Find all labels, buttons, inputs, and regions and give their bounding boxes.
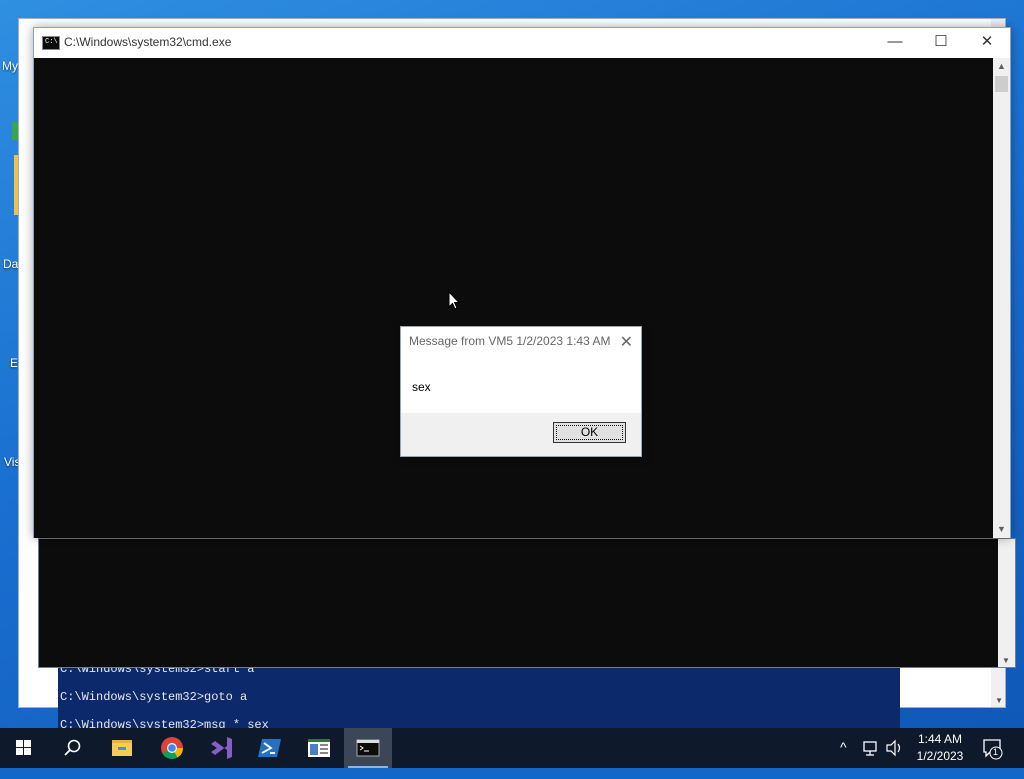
taskbar-file-explorer[interactable] [98,728,146,768]
taskbar: ^ 1:44 AM 1/2/2023 1 [0,728,1024,768]
message-text: sex [412,380,431,394]
taskbar-powershell[interactable] [246,728,294,768]
background-window-scroll-down-icon[interactable]: ▼ [995,696,1003,705]
search-button[interactable] [48,728,96,768]
network-icon[interactable] [862,728,880,768]
dialog-footer: OK [401,413,641,456]
notification-badge: 1 [993,747,999,757]
background-cmd-window[interactable]: ▼ [38,538,1016,668]
clock-date: 1/2/2023 [916,749,964,763]
vertical-scrollbar[interactable]: ▲ ▼ [993,58,1010,538]
cmd-window[interactable]: C:\ C:\Windows\system32\cmd.exe — ☐ ✕ ▲ … [33,27,1011,538]
taskbar-clock[interactable]: 1:44 AM 1/2/2023 [908,731,972,765]
desktop-label-da[interactable]: Da [3,257,18,271]
taskbar-cmd[interactable] [344,728,392,768]
start-icon [16,740,31,755]
close-button[interactable]: ✕ [964,28,1010,58]
file-explorer-icon [112,740,132,756]
start-button[interactable] [0,728,48,768]
desktop-label-e[interactable]: E [10,356,18,370]
cmd-icon [356,739,380,757]
desktop-label-my[interactable]: My [2,59,18,73]
background-cmd-scrollbar[interactable]: ▼ [998,539,1015,667]
visual-studio-icon [211,737,232,759]
scroll-down-icon[interactable]: ▼ [1002,656,1010,665]
ok-button[interactable]: OK [553,422,626,443]
server-manager-icon [308,739,330,757]
message-dialog-title: Message from VM5 1/2/2023 1:43 AM [409,334,611,348]
scrollbar-thumb[interactable] [995,76,1008,92]
message-dialog[interactable]: Message from VM5 1/2/2023 1:43 AM ✕ sex … [400,326,642,457]
cmd-titlebar[interactable]: C:\ C:\Windows\system32\cmd.exe — ☐ ✕ [34,28,1010,58]
scroll-up-icon[interactable]: ▲ [993,58,1010,75]
console-area[interactable] [34,58,994,538]
taskbar-server-manager[interactable] [295,728,343,768]
cmd-icon-text: C:\ [45,38,58,46]
cmd-window-title: C:\Windows\system32\cmd.exe [64,35,232,49]
taskbar-visual-studio[interactable] [197,728,245,768]
search-icon [64,739,81,756]
clock-time: 1:44 AM [917,732,963,746]
scroll-down-icon[interactable]: ▼ [993,521,1010,538]
minimize-button[interactable]: — [872,28,918,58]
tray-chevron-icon[interactable]: ^ [840,739,847,779]
chrome-icon [161,737,183,759]
taskbar-chrome[interactable] [148,728,196,768]
mouse-cursor-icon [448,291,460,310]
powershell-icon [258,739,281,757]
maximize-button[interactable]: ☐ [918,28,964,58]
volume-icon[interactable] [884,728,904,768]
cmd-window-icon: C:\ [42,36,60,50]
dialog-close-icon[interactable]: ✕ [620,332,633,352]
powershell-line: C:\Windows\system32>goto a [60,690,248,704]
notification-center[interactable]: 1 [982,728,1006,768]
